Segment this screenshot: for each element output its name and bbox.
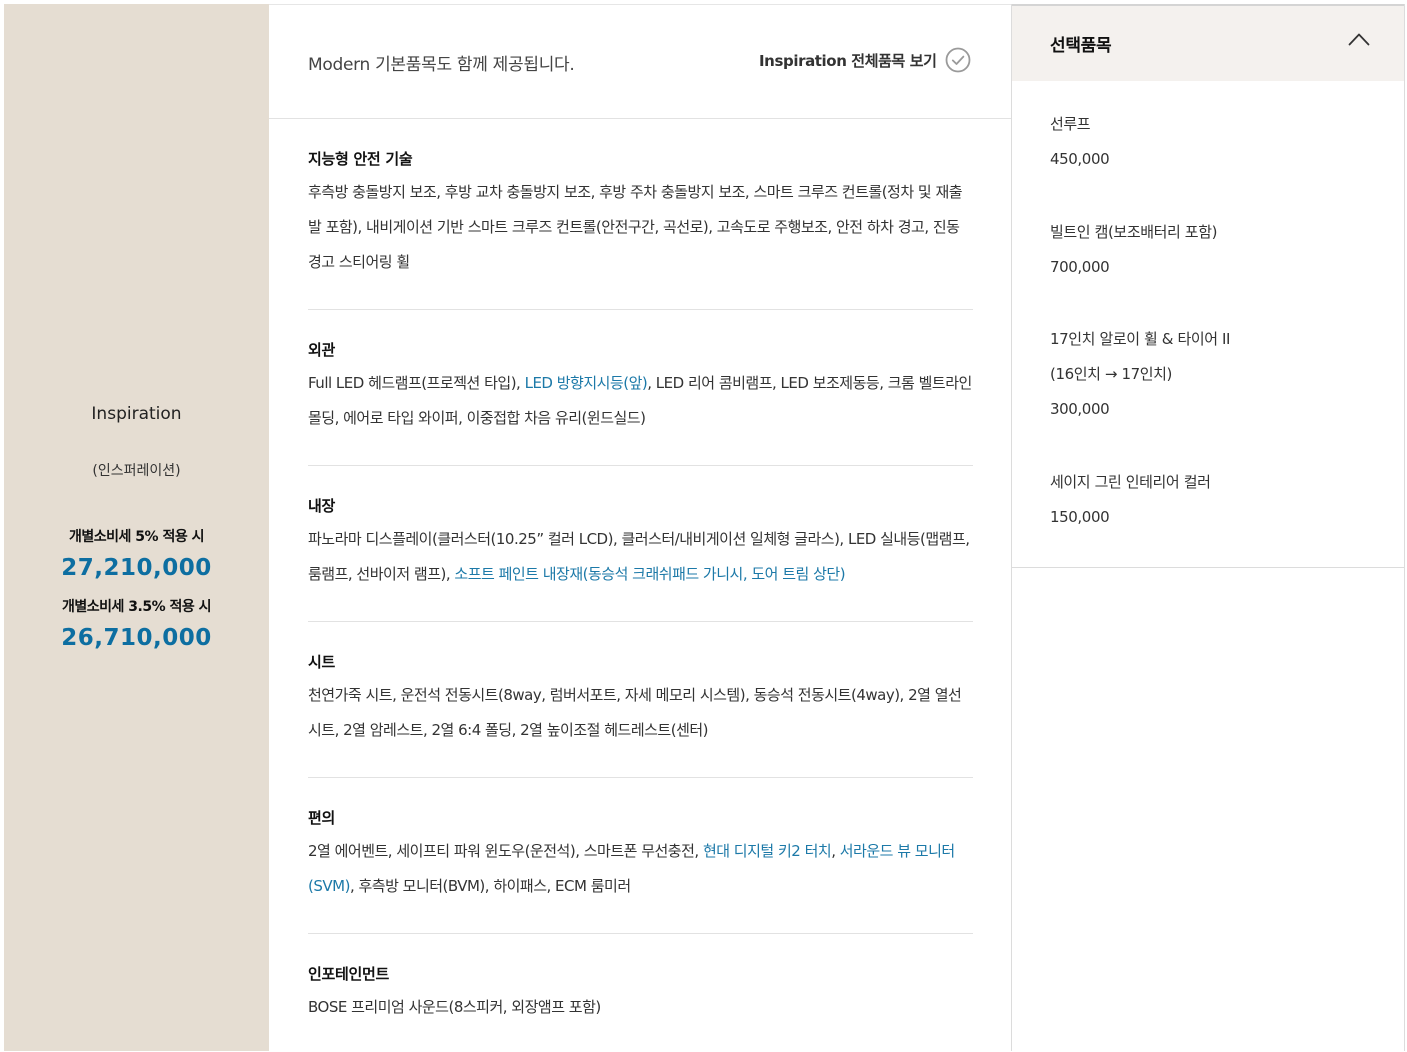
section-body: 2열 에어벤트, 세이프티 파워 윈도우(운전석), 스마트폰 무선충전, 현대… (308, 842, 955, 895)
divider (308, 465, 973, 466)
option-name: 세이지 그린 인테리어 컬러 (1050, 473, 1211, 491)
option-price: 300,000 (1050, 400, 1110, 418)
section-body: Full LED 헤드램프(프로젝션 타입), LED 방향지시등(앞), LE… (308, 374, 972, 427)
divider (308, 933, 973, 934)
section-title: 지능형 안전 기술 (308, 150, 413, 168)
selected-options-toggle[interactable]: 선택품목 (1012, 4, 1404, 81)
option-price: 450,000 (1050, 150, 1110, 168)
option-name-detail: (16인치 → 17인치) (1050, 365, 1172, 383)
highlighted-feature: 소프트 페인트 내장재(동승석 크래쉬패드 가니시, 도어 트림 상단) (454, 565, 846, 583)
highlighted-feature: LED 방향지시등(앞) (524, 374, 648, 392)
section-title: 외관 (308, 341, 336, 359)
section-infotainment: 인포테인먼트 BOSE 프리미엄 사운드(8스피커, 외장앰프 포함) (308, 963, 973, 1025)
section-convenience: 편의 2열 에어벤트, 세이프티 파워 윈도우(운전석), 스마트폰 무선충전,… (308, 807, 973, 904)
highlighted-feature: 현대 디지털 키2 터치 (702, 842, 832, 860)
trim-korean-name: (인스퍼레이션) (92, 463, 181, 479)
option-item: 세이지 그린 인테리어 컬러 150,000 (1050, 465, 1370, 535)
option-item: 빌트인 캠(보조배터리 포함) 700,000 (1050, 215, 1370, 285)
tax5-label: 개별소비세 5% 적용 시 (69, 529, 204, 545)
check-circle-icon[interactable] (945, 47, 971, 73)
section-seats: 시트 천연가죽 시트, 운전석 전동시트(8way, 럼버서포트, 자세 메모리… (308, 651, 973, 748)
section-body: 파노라마 디스플레이(클러스터(10.25” 컬러 LCD), 클러스터/내비게… (308, 530, 970, 583)
section-safety: 지능형 안전 기술 후측방 충돌방지 보조, 후방 교차 충돌방지 보조, 후방… (308, 148, 973, 280)
tax35-price: 26,710,000 (61, 625, 212, 651)
trim-name: Inspiration (91, 404, 182, 424)
view-all-items-link[interactable]: Inspiration 전체품목 보기 (759, 50, 937, 71)
tax5-price: 27,210,000 (61, 555, 212, 581)
section-exterior: 외관 Full LED 헤드램프(프로젝션 타입), LED 방향지시등(앞),… (308, 339, 973, 436)
option-name: 빌트인 캠(보조배터리 포함) (1050, 223, 1218, 241)
trim-summary-panel: Inspiration (인스퍼레이션) 개별소비세 5% 적용 시 27,21… (4, 4, 269, 1051)
divider (308, 621, 973, 622)
section-title: 내장 (308, 497, 336, 515)
divider (308, 777, 973, 778)
feature-list-header: Modern 기본품목도 함께 제공됩니다. Inspiration 전체품목 … (269, 5, 1011, 119)
section-body: 후측방 충돌방지 보조, 후방 교차 충돌방지 보조, 후방 주차 충돌방지 보… (308, 183, 963, 271)
section-title: 편의 (308, 809, 336, 827)
selected-options-panel: 선택품목 선루프 450,000 빌트인 캠(보조배터리 포함) 700,000… (1011, 4, 1405, 1051)
option-item: 선루프 450,000 (1050, 107, 1370, 177)
divider (1012, 567, 1404, 568)
divider (308, 309, 973, 310)
option-item: 17인치 알로이 휠 & 타이어 II (16인치 → 17인치) 300,00… (1050, 322, 1370, 427)
section-body: BOSE 프리미엄 사운드(8스피커, 외장앰프 포함) (308, 998, 601, 1016)
option-name: 선루프 (1050, 115, 1091, 133)
tax35-label: 개별소비세 3.5% 적용 시 (62, 599, 212, 615)
base-items-notice: Modern 기본품목도 함께 제공됩니다. (308, 55, 575, 75)
selected-options-title: 선택품목 (1050, 36, 1112, 56)
option-price: 150,000 (1050, 508, 1110, 526)
section-interior: 내장 파노라마 디스플레이(클러스터(10.25” 컬러 LCD), 클러스터/… (308, 495, 973, 592)
chevron-up-icon[interactable] (1348, 32, 1370, 46)
section-title: 인포테인먼트 (308, 965, 390, 983)
section-body: 천연가죽 시트, 운전석 전동시트(8way, 럼버서포트, 자세 메모리 시스… (308, 686, 962, 739)
option-name: 17인치 알로이 휠 & 타이어 II (1050, 330, 1231, 348)
feature-list-panel: Modern 기본품목도 함께 제공됩니다. Inspiration 전체품목 … (269, 4, 1011, 1052)
option-price: 700,000 (1050, 258, 1110, 276)
section-title: 시트 (308, 653, 336, 671)
